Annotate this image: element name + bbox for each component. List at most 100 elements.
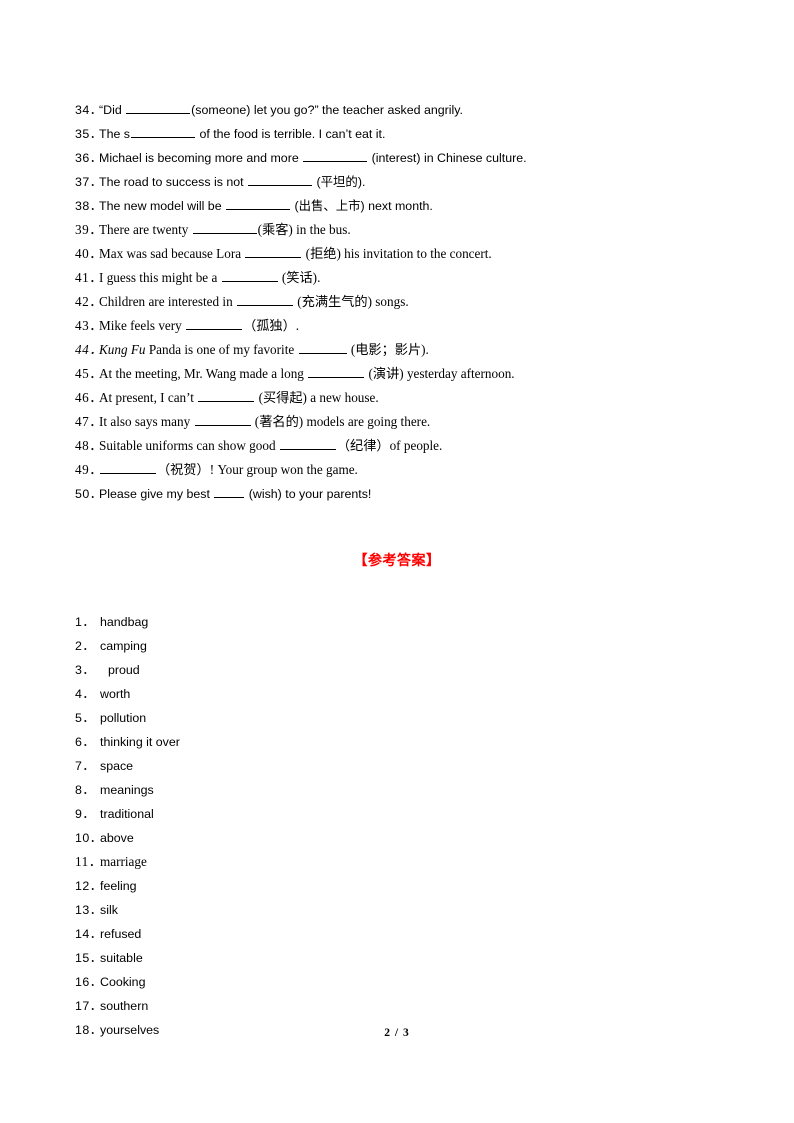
question-text-segment: I guess this might be a <box>99 270 221 285</box>
question-number: 46． <box>75 390 103 405</box>
question-row: 46． At present, I can’t (买得起) a new house… <box>75 386 735 410</box>
answer-row: 17． southern <box>75 994 375 1018</box>
answer-blank[interactable] <box>198 390 255 402</box>
answer-text: space <box>100 759 134 773</box>
answer-number: 10． <box>75 831 103 845</box>
answer-row: 10． above <box>75 826 375 850</box>
answer-blank[interactable] <box>226 198 291 210</box>
answer-blank[interactable] <box>236 294 293 306</box>
answer-text: pollution <box>100 711 147 725</box>
question-text-segment: (电影；影片). <box>347 342 429 357</box>
question-text: The s of the food is terrible. I can’t e… <box>99 122 385 146</box>
answer-blank[interactable] <box>245 246 302 258</box>
question-text-segment: (出售、上市) next month. <box>291 199 433 213</box>
answer-number: 2． <box>75 639 96 653</box>
question-number: 40． <box>75 246 103 261</box>
question-text: （祝贺）! Your group won the game. <box>99 458 358 482</box>
answer-number: 8． <box>75 783 96 797</box>
answer-blank[interactable] <box>298 342 347 354</box>
answer-row: 8． meanings <box>75 778 375 802</box>
answer-text: silk <box>100 903 118 917</box>
question-text: Suitable uniforms can show good （纪律）of p… <box>99 434 442 458</box>
answer-blank[interactable] <box>192 222 257 234</box>
question-text: Michael is becoming more and more (inter… <box>99 146 527 170</box>
question-row: 34． “Did (someone) let you go?” the teach… <box>75 98 735 122</box>
question-text-segment: (笑话). <box>278 270 321 285</box>
question-text: It also says many (著名的) models are going… <box>99 410 430 434</box>
answer-number: 15． <box>75 951 103 965</box>
question-text: Max was sad because Lora (拒绝) his invita… <box>99 242 492 266</box>
answer-text: southern <box>100 999 149 1013</box>
answer-number: 12． <box>75 879 103 893</box>
answer-text: suitable <box>100 951 143 965</box>
answer-blank[interactable] <box>194 414 251 426</box>
question-number: 49． <box>75 462 103 477</box>
answer-text: proud <box>108 663 140 677</box>
question-text: At present, I can’t (买得起) a new house. <box>99 386 379 410</box>
answer-row: 3． proud <box>75 658 375 682</box>
question-text-segment: (演讲) yesterday afternoon. <box>365 366 515 381</box>
question-text: Kung Fu Panda is one of my favorite (电影；… <box>99 338 429 362</box>
question-text-segment: Mike feels very <box>99 318 186 333</box>
question-row: 50． Please give my best (wish) to your pa… <box>75 482 735 506</box>
answer-row: 6． thinking it over <box>75 730 375 754</box>
answer-blank[interactable] <box>303 150 368 162</box>
question-row: 40． Max was sad because Lora (拒绝) his inv… <box>75 242 735 266</box>
question-number: 37． <box>75 175 103 189</box>
question-text-segment: The road to success is not <box>99 175 248 189</box>
answer-number: 7． <box>75 759 96 773</box>
answer-number: 6． <box>75 735 96 749</box>
question-row: 35． The s of the food is terrible. I can’… <box>75 122 735 146</box>
question-row: 37． The road to success is not (平坦的). <box>75 170 735 194</box>
answer-blank[interactable] <box>248 174 313 186</box>
answer-text: worth <box>100 687 131 701</box>
question-number: 42． <box>75 294 103 309</box>
answer-number: 17． <box>75 999 103 1013</box>
answer-number: 16． <box>75 975 103 989</box>
question-number: 36． <box>75 151 103 165</box>
question-text-segment: Please give my best <box>99 487 214 501</box>
answer-text: thinking it over <box>100 735 180 749</box>
question-text: I guess this might be a (笑话). <box>99 266 320 290</box>
answer-blank[interactable] <box>100 462 156 474</box>
answer-blank[interactable] <box>308 366 365 378</box>
question-text-segment: （孤独）. <box>243 318 300 333</box>
question-number: 50． <box>75 487 103 501</box>
answer-blank[interactable] <box>279 438 336 450</box>
document-page: 34． “Did (someone) let you go?” the teach… <box>0 0 794 1123</box>
answer-row: 12． feeling <box>75 874 375 898</box>
answer-blank[interactable] <box>131 126 195 138</box>
page-number: 2 / 3 <box>384 1027 410 1039</box>
answer-number: 11． <box>75 854 103 869</box>
answer-blank[interactable] <box>186 318 243 330</box>
answer-number: 13． <box>75 903 103 917</box>
answer-row: 11． marriage <box>75 850 375 874</box>
question-text-segment: (wish) to your parents! <box>245 487 372 501</box>
question-number: 43． <box>75 318 103 333</box>
question-text-segment: Michael is becoming more and more <box>99 151 303 165</box>
answer-blank[interactable] <box>214 486 245 498</box>
answer-row: 4． worth <box>75 682 375 706</box>
question-text-segment: Children are interested in <box>99 294 236 309</box>
answer-text: camping <box>100 639 147 653</box>
answer-row: 15． suitable <box>75 946 375 970</box>
question-row: 48． Suitable uniforms can show good （纪律）o… <box>75 434 735 458</box>
answer-blank[interactable] <box>126 102 191 114</box>
question-text: The new model will be (出售、上市) next month… <box>99 194 433 218</box>
question-text-segment: (著名的) models are going there. <box>251 414 431 429</box>
question-text-segment: (乘客) in the bus. <box>257 222 351 237</box>
answer-number: 3． <box>75 663 96 677</box>
question-text: The road to success is not (平坦的). <box>99 170 365 194</box>
question-row: 41． I guess this might be a (笑话). <box>75 266 735 290</box>
answer-blank[interactable] <box>221 270 278 282</box>
answer-row: 7． space <box>75 754 375 778</box>
answer-number: 5． <box>75 711 96 725</box>
question-text-segment: At present, I can’t <box>99 390 198 405</box>
answer-key-heading: 【参考答案】 <box>353 552 441 568</box>
answer-number: 4． <box>75 687 96 701</box>
question-text-segment: （纪律）of people. <box>336 438 443 453</box>
question-number: 39． <box>75 222 103 237</box>
answer-text: above <box>100 831 134 845</box>
answer-text: Cooking <box>100 975 146 989</box>
question-text-segment: The new model will be <box>99 199 226 213</box>
